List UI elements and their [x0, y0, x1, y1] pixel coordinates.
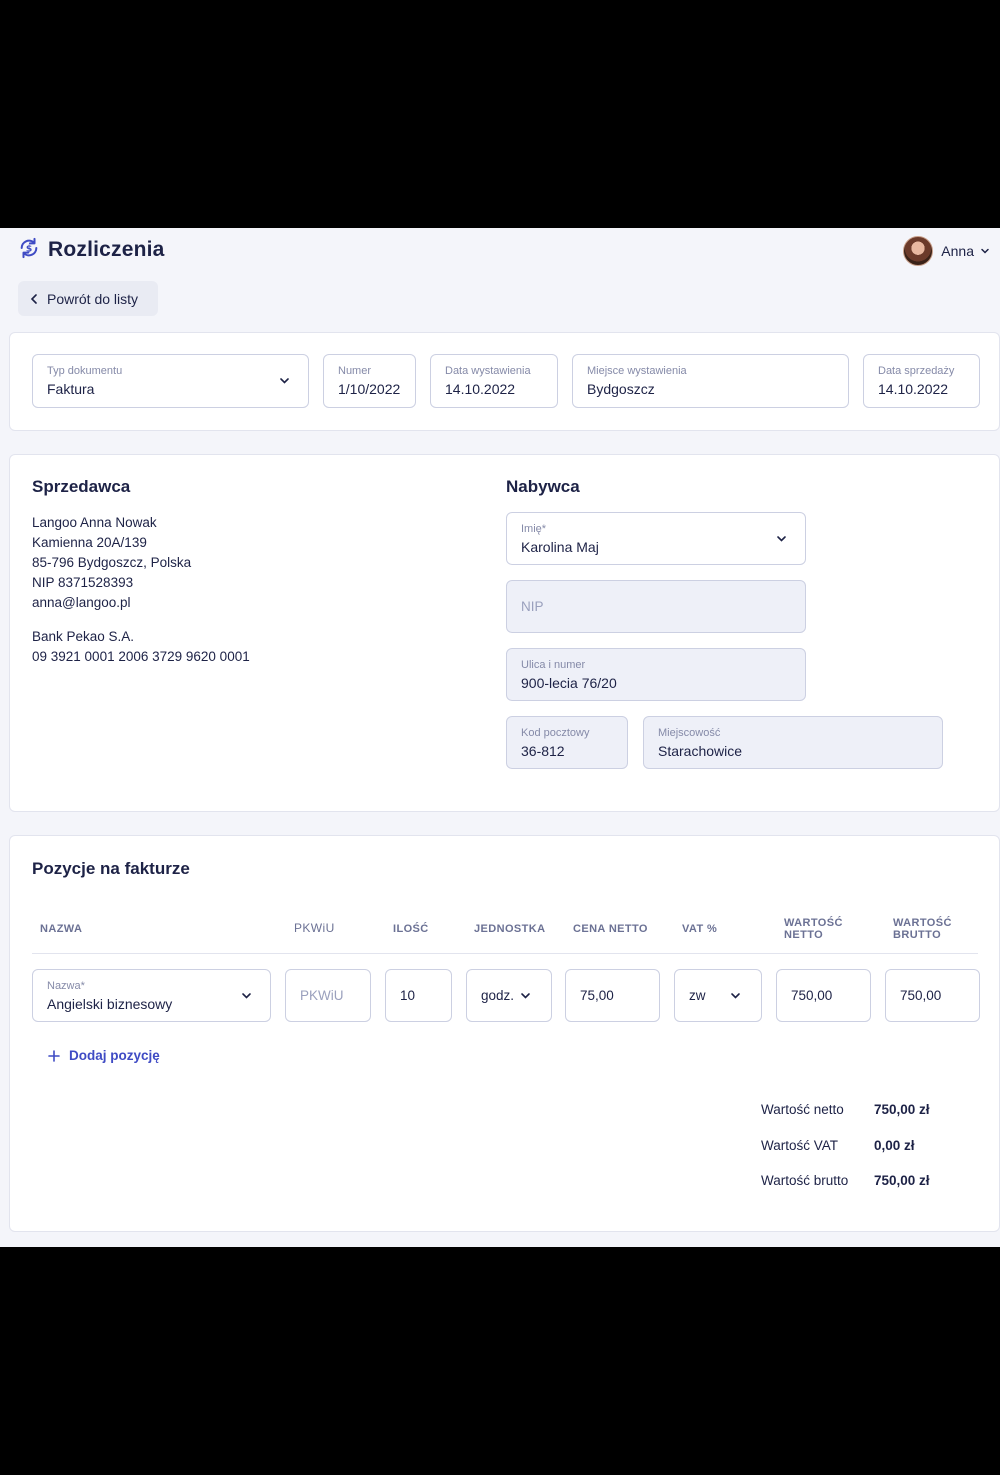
- item-net-value[interactable]: 750,00: [776, 969, 871, 1022]
- buyer-city-field[interactable]: Miejscowość Starachowice: [643, 716, 943, 769]
- item-name-select[interactable]: Nazwa* Angielski biznesowy: [32, 969, 271, 1022]
- chevron-down-icon[interactable]: [980, 246, 990, 256]
- chevron-down-icon: [280, 378, 289, 384]
- column-header-unit: JEDNOSTKA: [474, 923, 546, 935]
- svg-text:$: $: [26, 244, 32, 255]
- summary-gross-value: 750,00 zł: [874, 1173, 930, 1188]
- app-title: Rozliczenia: [48, 238, 165, 261]
- buyer-nip-field[interactable]: NIP: [506, 580, 806, 633]
- back-to-list-button[interactable]: Powrót do listy: [18, 281, 158, 316]
- item-gross-value[interactable]: 750,00: [885, 969, 980, 1022]
- summary-net-value: 750,00 zł: [874, 1102, 930, 1117]
- column-header-pkwiu: PKWiU: [294, 921, 335, 935]
- seller-bank-details: Bank Pekao S.A. 09 3921 0001 2006 3729 9…: [32, 629, 250, 664]
- parties-card: Sprzedawca Langoo Anna Nowak Kamienna 20…: [9, 454, 1000, 812]
- chevron-down-icon: [521, 992, 530, 999]
- column-header-name: NAZWA: [40, 923, 83, 935]
- issue-place-field[interactable]: Miejsce wystawienia Bydgoszcz: [572, 354, 849, 408]
- back-label: Powrót do listy: [47, 290, 139, 307]
- column-header-net: WARTOŚĆ NETTO: [784, 917, 843, 941]
- summary-vat-value: 0,00 zł: [874, 1138, 915, 1153]
- sale-date-field[interactable]: Data sprzedaży 14.10.2022: [863, 354, 980, 408]
- app-header: $ Rozliczenia Anna: [18, 234, 990, 268]
- items-title: Pozycje na fakturze: [32, 859, 190, 878]
- summary-vat-label: Wartość VAT: [761, 1138, 839, 1153]
- chevron-down-icon: [731, 992, 740, 999]
- summary-net-label: Wartość netto: [761, 1102, 844, 1117]
- seller-title: Sprzedawca: [32, 477, 131, 496]
- item-pkwiu-input[interactable]: PKWiU: [285, 969, 371, 1022]
- add-item-label: Dodaj pozycję: [69, 1048, 160, 1063]
- plus-icon: [48, 1049, 60, 1062]
- item-qty-input[interactable]: 10: [385, 969, 452, 1022]
- summary-gross-label: Wartość brutto: [761, 1173, 849, 1188]
- chevron-down-icon: [777, 535, 786, 542]
- number-field[interactable]: Numer 1/10/2022: [323, 354, 416, 408]
- column-header-gross: WARTOŚĆ BRUTTO: [893, 917, 952, 941]
- column-header-vat: VAT %: [682, 923, 718, 935]
- chevron-down-icon: [242, 992, 251, 999]
- buyer-title: Nabywca: [506, 477, 580, 496]
- seller-details: Langoo Anna Nowak Kamienna 20A/139 85-79…: [32, 515, 192, 610]
- item-vat-select[interactable]: zw: [674, 969, 762, 1022]
- issue-date-field[interactable]: Data wystawienia 14.10.2022: [430, 354, 558, 408]
- chevron-left-icon: [30, 293, 37, 304]
- user-name[interactable]: Anna: [941, 243, 974, 259]
- column-header-qty: ILOŚĆ: [393, 923, 429, 935]
- refresh-coin-icon: $: [20, 237, 38, 259]
- add-item-button[interactable]: Dodaj pozycję: [48, 1048, 160, 1063]
- item-price-input[interactable]: 75,00: [565, 969, 660, 1022]
- header-divider: [32, 953, 978, 954]
- avatar[interactable]: [903, 236, 934, 266]
- buyer-postal-field[interactable]: Kod pocztowy 36-812: [506, 716, 628, 769]
- user-menu[interactable]: Anna: [903, 236, 990, 266]
- invoice-items-card: Pozycje na fakturze NAZWA PKWiU ILOŚĆ JE…: [9, 835, 1000, 1232]
- item-unit-select[interactable]: godz.: [466, 969, 552, 1022]
- document-details-card: Typ dokumentu Faktura Numer 1/10/2022 Da…: [9, 332, 1000, 431]
- buyer-name-select[interactable]: Imię* Karolina Maj: [506, 512, 806, 565]
- buyer-street-field[interactable]: Ulica i numer 900-lecia 76/20: [506, 648, 806, 701]
- document-type-select[interactable]: Typ dokumentu Faktura: [32, 354, 309, 408]
- app-window: $ Rozliczenia Anna Powrót do listy Typ d…: [0, 228, 1000, 1247]
- column-header-price: CENA NETTO: [573, 923, 648, 935]
